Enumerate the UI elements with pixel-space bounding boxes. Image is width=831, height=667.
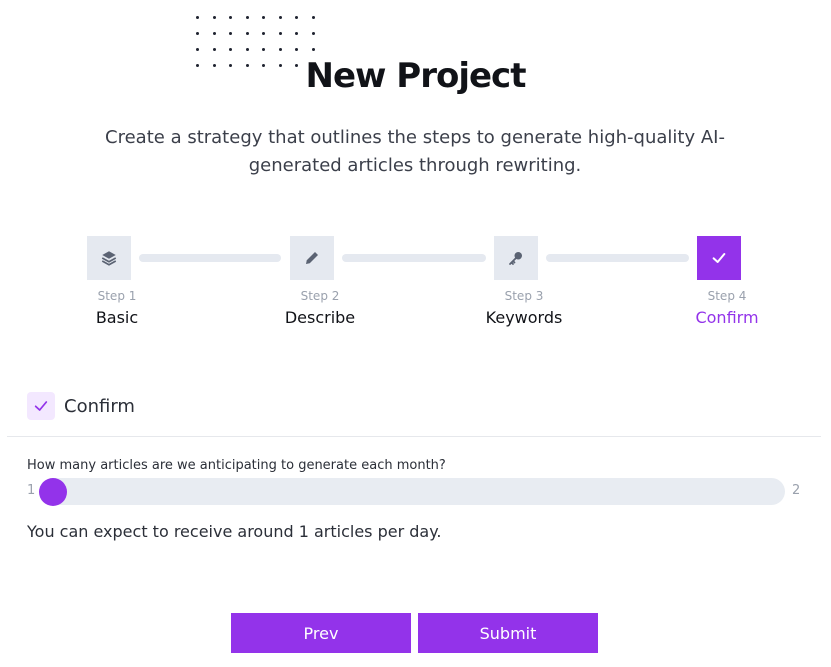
step-1-number: Step 1 — [97, 289, 137, 303]
step-3-name: Keywords — [485, 308, 563, 327]
step-connector — [546, 254, 689, 262]
step-4-button[interactable] — [697, 236, 741, 280]
layers-icon — [101, 251, 117, 266]
key-icon — [509, 252, 522, 265]
confirm-check-badge — [27, 392, 55, 420]
page-title: New Project — [305, 56, 527, 96]
step-4-name: Confirm — [695, 308, 759, 327]
step-1-name: Basic — [95, 308, 139, 327]
check-icon — [34, 401, 48, 411]
slider-max-label: 2 — [792, 483, 801, 498]
slider-min-label: 1 — [27, 483, 36, 498]
step-2-button[interactable] — [290, 236, 334, 280]
step-connector — [342, 254, 486, 262]
stepper: Step 1 Basic Step 2 Describe Step 3 Keyw… — [0, 236, 831, 336]
page-subtitle: Create a strategy that outlines the step… — [105, 127, 725, 176]
submit-button[interactable]: Submit — [418, 613, 598, 653]
confirm-section-header: Confirm — [27, 392, 135, 420]
pencil-icon — [306, 252, 318, 264]
step-2-name: Describe — [284, 308, 356, 327]
section-divider — [7, 436, 821, 437]
step-3-number: Step 3 — [504, 289, 544, 303]
check-icon — [712, 253, 726, 263]
step-connector — [139, 254, 281, 262]
prev-button[interactable]: Prev — [231, 613, 411, 653]
slider-thumb[interactable] — [39, 478, 67, 506]
articles-per-month-question: How many articles are we anticipating to… — [27, 458, 446, 473]
step-1-button[interactable] — [87, 236, 131, 280]
confirm-section-label: Confirm — [64, 395, 135, 417]
step-3-button[interactable] — [494, 236, 538, 280]
articles-expectation-text: You can expect to receive around 1 artic… — [27, 522, 442, 541]
articles-slider[interactable] — [39, 478, 785, 506]
step-4-number: Step 4 — [707, 289, 747, 303]
step-2-number: Step 2 — [300, 289, 340, 303]
